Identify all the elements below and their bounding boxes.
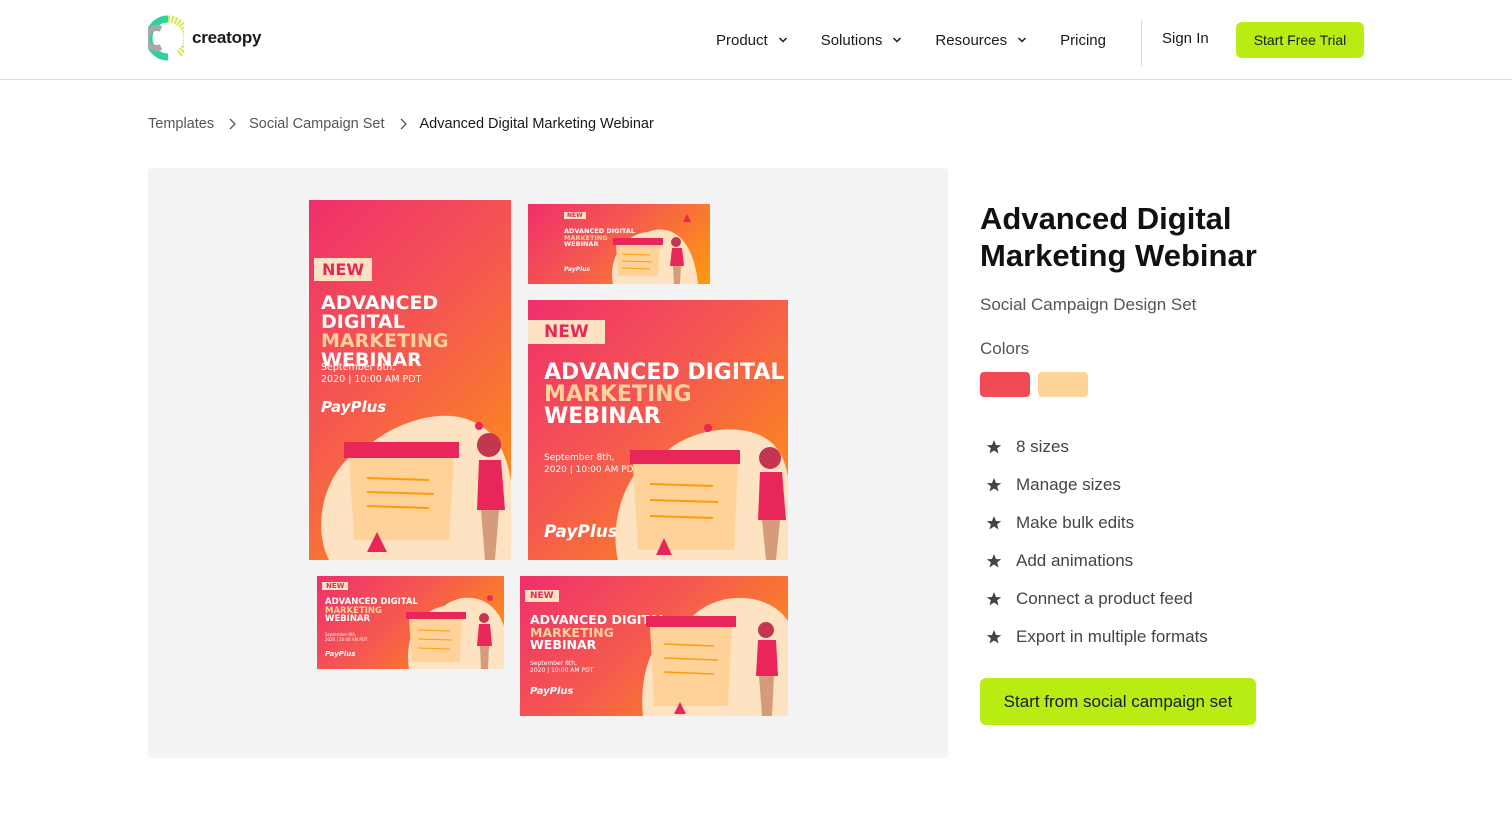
feature-label: Add animations xyxy=(1016,551,1134,570)
feature-item: Connect a product feed xyxy=(986,580,1208,618)
nav-label: Solutions xyxy=(820,31,883,49)
color-swatch-red[interactable] xyxy=(980,372,1030,397)
colors-label: Colors xyxy=(980,339,1030,358)
banner-headline: ADVANCED DIGITAL MARKETING WEBINAR xyxy=(321,292,449,371)
logo-text: creatopy xyxy=(192,28,262,47)
feature-item: Add animations xyxy=(986,542,1208,580)
breadcrumb-current: Advanced Digital Marketing Webinar xyxy=(419,116,654,132)
nav-divider xyxy=(1141,20,1142,66)
feature-label: Connect a product feed xyxy=(1016,589,1193,608)
banner-brand: PayPlus xyxy=(564,266,591,273)
nav-item-pricing[interactable]: Pricing xyxy=(1060,32,1106,49)
breadcrumb-social-campaign-set[interactable]: Social Campaign Set xyxy=(249,116,384,132)
breadcrumb-templates[interactable]: Templates xyxy=(148,116,214,132)
banner-landscape-small: NEW ADVANCED DIGITAL MARKETING WEBINAR S… xyxy=(317,576,504,669)
logo[interactable]: creatopy xyxy=(148,14,261,62)
new-badge: NEW xyxy=(322,582,349,590)
presenter-illustration xyxy=(612,214,698,284)
color-swatch-peach[interactable] xyxy=(1038,372,1088,397)
nav-item-resources[interactable]: Resources xyxy=(935,32,1027,49)
chevron-down-icon xyxy=(778,37,787,43)
start-from-social-campaign-set-button[interactable]: Start from social campaign set xyxy=(980,678,1256,725)
nav-label: Resources xyxy=(935,31,1008,49)
new-badge: NEW xyxy=(314,258,372,281)
nav-label: Pricing xyxy=(1060,31,1106,49)
chevron-right-icon xyxy=(229,118,237,130)
nav-item-solutions[interactable]: Solutions xyxy=(821,32,903,49)
feature-label: Make bulk edits xyxy=(1016,513,1135,532)
banner-brand: PayPlus xyxy=(325,650,356,658)
banner-portrait: NEW ADVANCED DIGITAL MARKETING WEBINAR S… xyxy=(309,200,511,560)
banner-date: September 8th, 2020 | 10:00 AM PDT xyxy=(530,660,594,674)
star-icon xyxy=(986,630,1002,644)
banner-date: September 8th, 2020 | 10:00 AM PDT xyxy=(321,362,422,385)
feature-label: Export in multiple formats xyxy=(1016,627,1208,646)
banner-wide-small: NEW ADVANCED DIGITAL MARKETING WEBINAR P… xyxy=(528,204,710,284)
chevron-down-icon xyxy=(1018,37,1027,43)
feature-item: Export in multiple formats xyxy=(986,618,1208,656)
banner-square: NEW ADVANCED DIGITAL MARKETING WEBINAR S… xyxy=(528,300,788,560)
breadcrumb: Templates Social Campaign Set Advanced D… xyxy=(148,114,654,134)
star-icon xyxy=(986,478,1002,492)
star-icon xyxy=(986,440,1002,454)
new-badge: NEW xyxy=(564,212,586,219)
feature-label: Manage sizes xyxy=(1016,475,1121,494)
feature-item: Manage sizes xyxy=(986,466,1208,504)
feature-item: 8 sizes xyxy=(986,428,1208,466)
presenter-illustration xyxy=(406,595,504,669)
new-badge: NEW xyxy=(525,590,559,602)
feature-item: Make bulk edits xyxy=(986,504,1208,542)
nav-label: Product xyxy=(716,31,768,49)
presenter-illustration xyxy=(642,597,788,716)
color-swatches xyxy=(980,372,1088,397)
banner-landscape-large: NEW ADVANCED DIGITAL MARKETING WEBINAR S… xyxy=(520,576,788,716)
star-icon xyxy=(986,554,1002,568)
banner-date: September 8th, 2020 | 10:00 AM PDT xyxy=(325,632,368,642)
star-icon xyxy=(986,592,1002,606)
sign-in-link[interactable]: Sign In xyxy=(1162,30,1209,47)
presenter-illustration xyxy=(321,415,511,560)
start-free-trial-button[interactable]: Start Free Trial xyxy=(1236,22,1364,58)
chevron-down-icon xyxy=(893,37,902,43)
main-nav: Product Solutions Resources Pricing xyxy=(716,22,1139,58)
star-icon xyxy=(986,516,1002,530)
template-subtitle: Social Campaign Design Set xyxy=(980,295,1197,314)
banner-brand: PayPlus xyxy=(544,522,618,542)
site-header: creatopy Product Solutions Resources Pri… xyxy=(0,0,1512,80)
new-badge: NEW xyxy=(528,320,605,344)
feature-list: 8 sizes Manage sizes Make bulk edits Add… xyxy=(986,428,1208,656)
template-title: Advanced Digital Marketing Webinar xyxy=(980,201,1257,273)
creatopy-logo-icon xyxy=(148,15,184,61)
presenter-illustration xyxy=(615,424,788,560)
nav-item-product[interactable]: Product xyxy=(716,32,788,49)
chevron-right-icon xyxy=(400,118,407,130)
template-preview: NEW ADVANCED DIGITAL MARKETING WEBINAR S… xyxy=(148,168,948,758)
banner-brand: PayPlus xyxy=(530,686,574,697)
feature-label: 8 sizes xyxy=(1016,437,1069,456)
